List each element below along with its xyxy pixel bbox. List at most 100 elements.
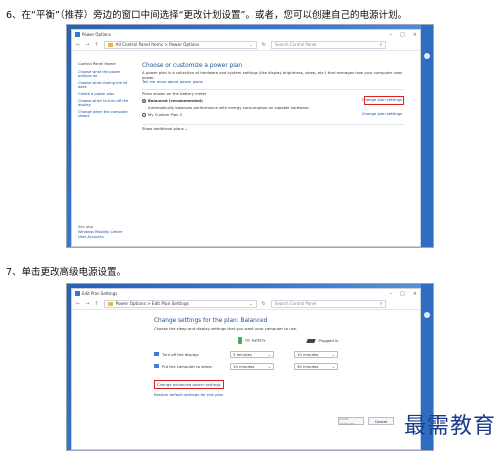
window-title: Edit Plan Settings [82, 291, 118, 296]
chevron-down-icon: ⌄ [331, 351, 335, 357]
sidebar: Control Panel Home Choose what the power… [78, 61, 130, 121]
change-advanced-settings-link[interactable]: Change advanced power settings [154, 380, 224, 389]
display-off-row: Turn off the display: 3 minutes ⌄ 10 minu… [154, 348, 400, 360]
folder-icon [107, 42, 113, 47]
edit-plan-screenshot: Edit Plan Settings – □ × ← → ↑ Power Opt… [66, 283, 434, 451]
sidebar-item[interactable]: Choose what closing the lid does [78, 81, 130, 90]
chevron-down-icon: ⌄ [267, 351, 271, 357]
search-input[interactable]: Search Control Panel ⚲ [270, 299, 387, 308]
plug-icon [306, 339, 317, 343]
minimize-icon[interactable]: – [390, 32, 393, 38]
see-also: See also Windows Mobility Center User Ac… [78, 225, 123, 240]
window-controls: – □ × [390, 291, 417, 297]
chevron-down-icon: ⌄ [267, 363, 271, 369]
edit-plan-window: Edit Plan Settings – □ × ← → ↑ Power Opt… [71, 288, 421, 450]
sidebar-item[interactable]: Choose what the power buttons do [78, 70, 130, 79]
chevron-down-icon: ⌄ [331, 363, 335, 369]
title-bar: Edit Plan Settings – □ × [72, 289, 420, 298]
forward-arrow-icon[interactable]: → [85, 42, 89, 48]
chevron-down-icon[interactable]: ⌄ [249, 42, 253, 47]
sleep-icon [154, 364, 159, 368]
step-6-instruction: 6、在“平衡”（推荐）旁边的窗口中间选择“更改计划设置”。或者，您可以创建自己的… [6, 10, 407, 21]
select-value: 10 minutes [297, 351, 319, 357]
chevron-down-icon[interactable]: ⌄ [249, 301, 253, 306]
sidebar-item[interactable]: Create a power plan [78, 92, 130, 97]
see-also-item[interactable]: User Accounts [78, 235, 123, 240]
monitor-icon [154, 352, 159, 356]
up-arrow-icon[interactable]: ↑ [94, 301, 98, 307]
power-options-window: Power Options – □ × ← → ↑ All Control Pa… [71, 29, 421, 247]
forward-arrow-icon[interactable]: → [85, 301, 89, 307]
navigation-bar: ← → ↑ All Control Panel Items > Power Op… [72, 39, 420, 51]
search-icon: ⚲ [379, 301, 383, 306]
select-value: 15 minutes [233, 363, 255, 369]
sleep-label-wrap: Put the computer to sleep: [154, 364, 230, 369]
radio-balanced[interactable] [142, 99, 146, 104]
show-additional-plans[interactable]: Show additional plans ⌄ [142, 123, 404, 132]
up-arrow-icon[interactable]: ↑ [94, 42, 98, 48]
select-value: 3 minutes [233, 351, 252, 357]
edit-plan-icon [75, 291, 80, 296]
change-plan-settings-link[interactable]: Change plan settings [362, 111, 402, 117]
minimize-icon[interactable]: – [390, 291, 393, 297]
back-arrow-icon[interactable]: ← [76, 42, 80, 48]
main-content: Change settings for the plan: Balanced C… [154, 318, 400, 397]
search-input[interactable]: Search Control Panel ⚲ [270, 40, 387, 49]
save-changes-button[interactable]: Save changes [338, 416, 364, 426]
display-off-label: Turn off the display: [162, 351, 200, 357]
show-additional-plans-label: Show additional plans [142, 125, 184, 131]
display-off-label-wrap: Turn off the display: [154, 352, 230, 357]
restore-defaults-link[interactable]: Restore default settings for this plan [154, 392, 400, 397]
cancel-button[interactable]: Cancel [368, 417, 394, 425]
close-icon[interactable]: × [413, 291, 417, 297]
close-icon[interactable]: × [413, 32, 417, 38]
breadcrumb: Power Options > Edit Plan Settings [115, 301, 189, 306]
plugged-in-header: Plugged in [306, 338, 339, 343]
display-off-battery-select[interactable]: 3 minutes ⌄ [230, 350, 274, 358]
sleep-label: Put the computer to sleep: [162, 363, 213, 369]
maximize-icon[interactable]: □ [400, 291, 405, 297]
refresh-icon[interactable]: ↻ [262, 42, 266, 48]
select-value: 30 minutes [297, 363, 319, 369]
display-off-plugged-select[interactable]: 10 minutes ⌄ [294, 350, 338, 358]
desktop-edge [421, 25, 433, 247]
battery-icon [238, 337, 242, 344]
help-icon[interactable] [424, 312, 430, 318]
page-title: Change settings for the plan: Balanced [154, 318, 268, 324]
sleep-plugged-select[interactable]: 30 minutes ⌄ [294, 362, 338, 370]
highlight-box [364, 95, 404, 105]
window-controls: – □ × [390, 32, 417, 38]
refresh-icon[interactable]: ↻ [262, 301, 266, 307]
button-bar: Save changes Cancel [338, 416, 394, 426]
back-arrow-icon[interactable]: ← [76, 301, 80, 307]
sidebar-title[interactable]: Control Panel Home [78, 61, 130, 67]
plan-balanced-label: Balanced (recommended) [148, 98, 203, 104]
plan-custom-label: My Custom Plan 2 [148, 111, 183, 117]
title-bar: Power Options – □ × [72, 30, 420, 39]
sleep-battery-select[interactable]: 15 minutes ⌄ [230, 362, 274, 370]
sidebar-item[interactable]: Choose when to turn off the display [78, 99, 130, 108]
plans-section: Plans shown on the battery meter Balance… [142, 89, 404, 120]
power-options-screenshot: Power Options – □ × ← → ↑ All Control Pa… [66, 24, 434, 248]
plan-custom: My Custom Plan 2 Change plan settings [142, 111, 404, 120]
page-subtitle: Choose the sleep and display settings th… [154, 326, 298, 331]
window-title: Power Options [82, 32, 111, 37]
help-icon[interactable] [424, 53, 430, 59]
sidebar-item[interactable]: Change when the computer sleeps [78, 110, 130, 119]
breadcrumb: All Control Panel Items > Power Options [115, 42, 200, 47]
step-7-instruction: 7、单击更改高级电源设置。 [6, 267, 127, 278]
power-plans-link[interactable]: Tell me more about power plans [142, 80, 404, 85]
address-bar[interactable]: Power Options > Edit Plan Settings ⌄ [103, 299, 257, 308]
maximize-icon[interactable]: □ [400, 32, 405, 38]
address-bar[interactable]: All Control Panel Items > Power Options … [103, 40, 257, 49]
search-placeholder: Search Control Panel [274, 42, 317, 47]
search-icon: ⚲ [379, 42, 383, 47]
search-placeholder: Search Control Panel [274, 301, 317, 306]
radio-custom-plan[interactable] [142, 113, 146, 118]
column-headers: On battery Plugged in [238, 337, 400, 344]
main-content: Choose or customize a power plan A power… [142, 63, 404, 132]
power-options-icon [75, 32, 80, 37]
on-battery-header: On battery [238, 337, 265, 344]
navigation-bar: ← → ↑ Power Options > Edit Plan Settings… [72, 298, 420, 310]
plugged-in-label: Plugged in [318, 338, 339, 343]
